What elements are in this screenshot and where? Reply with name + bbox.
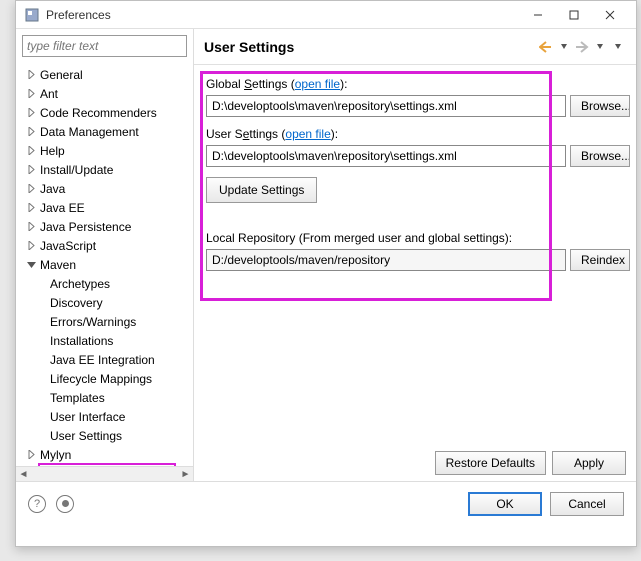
scroll-left-icon[interactable]: ◄ bbox=[16, 469, 31, 480]
tree-item-archetypes[interactable]: Archetypes bbox=[20, 274, 193, 293]
left-panel: General Ant Code Recommenders Data Manageme… bbox=[16, 29, 194, 481]
tree-item-label: User Settings bbox=[50, 429, 122, 443]
chevron-right-icon[interactable] bbox=[24, 220, 38, 234]
minimize-button[interactable] bbox=[520, 4, 556, 26]
tree-item-code-recommenders[interactable]: Code Recommenders bbox=[20, 103, 193, 122]
tree-item-label: Lifecycle Mappings bbox=[50, 372, 152, 386]
tree-item-label: User Interface bbox=[50, 410, 125, 424]
page-content: Global Settings (open file): Browse... U… bbox=[194, 65, 636, 481]
dialog-footer: ? OK Cancel bbox=[16, 481, 636, 525]
tree-item-java-persistence[interactable]: Java Persistence bbox=[20, 217, 193, 236]
tree-item-install-update[interactable]: Install/Update bbox=[20, 160, 193, 179]
chevron-right-icon[interactable] bbox=[24, 144, 38, 158]
chevron-right-icon[interactable] bbox=[24, 106, 38, 120]
global-open-file-link[interactable]: open file bbox=[295, 77, 340, 91]
tree-item-label: Java EE bbox=[40, 201, 85, 215]
tree-item-user-settings[interactable]: User Settings bbox=[20, 426, 193, 445]
nav-back-icon[interactable] bbox=[538, 39, 554, 55]
cancel-button[interactable]: Cancel bbox=[550, 492, 624, 516]
chevron-right-icon[interactable] bbox=[24, 68, 38, 82]
tree-item-maven[interactable]: Maven bbox=[20, 255, 193, 274]
tree-item-data-management[interactable]: Data Management bbox=[20, 122, 193, 141]
update-settings-button[interactable]: Update Settings bbox=[206, 177, 317, 203]
tree-item-label: Ant bbox=[40, 87, 58, 101]
ok-button[interactable]: OK bbox=[468, 492, 542, 516]
help-icon[interactable]: ? bbox=[28, 495, 46, 513]
nav-back-menu-icon[interactable] bbox=[556, 39, 572, 55]
tree-item-label: General bbox=[40, 68, 83, 82]
nav-forward-menu-icon[interactable] bbox=[592, 39, 608, 55]
tree-item-label: Java bbox=[40, 182, 65, 196]
horizontal-scrollbar[interactable]: ◄ ► bbox=[16, 466, 193, 481]
chevron-right-icon[interactable] bbox=[24, 87, 38, 101]
chevron-right-icon[interactable] bbox=[24, 201, 38, 215]
local-repo-label: Local Repository (From merged user and g… bbox=[206, 231, 630, 245]
chevron-right-icon[interactable] bbox=[24, 182, 38, 196]
tree-item-installations[interactable]: Installations bbox=[20, 331, 193, 350]
page-header: User Settings bbox=[194, 29, 636, 65]
tree-item-java-ee[interactable]: Java EE bbox=[20, 198, 193, 217]
titlebar: Preferences bbox=[16, 1, 636, 29]
chevron-right-icon[interactable] bbox=[24, 125, 38, 139]
chevron-right-icon[interactable] bbox=[24, 163, 38, 177]
user-browse-button[interactable]: Browse... bbox=[570, 145, 630, 167]
page-title: User Settings bbox=[204, 39, 538, 55]
tree-item-label: Archetypes bbox=[50, 277, 110, 291]
tree-item-label: Maven bbox=[40, 258, 76, 272]
tree-item-java-ee-integration[interactable]: Java EE Integration bbox=[20, 350, 193, 369]
user-settings-input[interactable] bbox=[206, 145, 566, 167]
tree-item-label: JavaScript bbox=[40, 239, 96, 253]
tree-item-general[interactable]: General bbox=[20, 65, 193, 84]
chevron-right-icon[interactable] bbox=[24, 448, 38, 462]
app-icon bbox=[24, 7, 40, 23]
restore-defaults-button[interactable]: Restore Defaults bbox=[435, 451, 546, 475]
scroll-right-icon[interactable]: ► bbox=[178, 469, 193, 480]
tree-item-templates[interactable]: Templates bbox=[20, 388, 193, 407]
apply-button[interactable]: Apply bbox=[552, 451, 626, 475]
chevron-right-icon[interactable] bbox=[24, 239, 38, 253]
global-browse-button[interactable]: Browse... bbox=[570, 95, 630, 117]
tree-item-help[interactable]: Help bbox=[20, 141, 193, 160]
tree-item-discovery[interactable]: Discovery bbox=[20, 293, 193, 312]
tree-item-label: Mylyn bbox=[40, 448, 71, 462]
user-open-file-link[interactable]: open file bbox=[285, 127, 330, 141]
tree-item-label: Templates bbox=[50, 391, 105, 405]
tree-item-label: Java EE Integration bbox=[50, 353, 155, 367]
tree-item-label: Discovery bbox=[50, 296, 103, 310]
tree-item-label: Data Management bbox=[40, 125, 139, 139]
tree-item-errors-warnings[interactable]: Errors/Warnings bbox=[20, 312, 193, 331]
tree-item-javascript[interactable]: JavaScript bbox=[20, 236, 193, 255]
tree-item-user-interface[interactable]: User Interface bbox=[20, 407, 193, 426]
user-settings-label: User Settings (open file): bbox=[206, 127, 630, 141]
preference-tree[interactable]: General Ant Code Recommenders Data Manageme… bbox=[16, 63, 193, 466]
tree-item-label: Install/Update bbox=[40, 163, 113, 177]
global-settings-input[interactable] bbox=[206, 95, 566, 117]
tree-item-java[interactable]: Java bbox=[20, 179, 193, 198]
reindex-button[interactable]: Reindex bbox=[570, 249, 630, 271]
window-title: Preferences bbox=[46, 8, 520, 22]
preferences-window: Preferences General Ant Code Recommenders D… bbox=[15, 0, 637, 547]
maximize-button[interactable] bbox=[556, 4, 592, 26]
chevron-down-icon[interactable] bbox=[24, 258, 38, 272]
tree-item-label: Java Persistence bbox=[40, 220, 131, 234]
tree-item-label: Errors/Warnings bbox=[50, 315, 136, 329]
filter-container bbox=[16, 29, 193, 63]
tree-item-label: Code Recommenders bbox=[40, 106, 157, 120]
local-repo-input bbox=[206, 249, 566, 271]
tree-item-mylyn[interactable]: Mylyn bbox=[20, 445, 193, 464]
tree-item-label: Help bbox=[40, 144, 65, 158]
right-panel: User Settings Global Settings (open file… bbox=[194, 29, 636, 481]
close-button[interactable] bbox=[592, 4, 628, 26]
nav-forward-icon[interactable] bbox=[574, 39, 590, 55]
progress-icon[interactable] bbox=[56, 495, 74, 513]
tree-item-label: Installations bbox=[50, 334, 113, 348]
view-menu-icon[interactable] bbox=[610, 39, 626, 55]
tree-item-ant[interactable]: Ant bbox=[20, 84, 193, 103]
global-settings-label: Global Settings (open file): bbox=[206, 77, 630, 91]
filter-input[interactable] bbox=[22, 35, 187, 57]
tree-item-lifecycle-mappings[interactable]: Lifecycle Mappings bbox=[20, 369, 193, 388]
